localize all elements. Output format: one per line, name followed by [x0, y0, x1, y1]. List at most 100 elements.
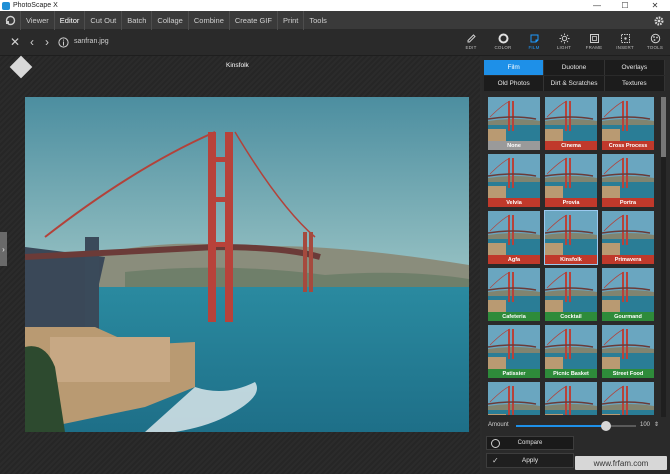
preset-thumbnail[interactable]: None [488, 97, 540, 150]
tool-color[interactable]: COLOR [490, 31, 516, 55]
info-icon[interactable] [56, 34, 70, 50]
preset-thumbnail[interactable]: Portra [602, 154, 654, 207]
expand-left-panel-icon[interactable]: › [0, 232, 7, 266]
amount-stepper-icon[interactable]: ⇕ [654, 421, 659, 428]
preset-name: Primavera [602, 255, 654, 264]
preset-name: Patissier [488, 369, 540, 378]
preset-name: Cocktail [545, 312, 597, 321]
file-name: sanfran.jpg [74, 38, 109, 45]
preset-name: Kinsfolk [545, 255, 597, 264]
preset-name: Velvia [488, 198, 540, 207]
color-icon [498, 33, 508, 44]
preset-name: Picnic Basket [545, 369, 597, 378]
title-bar: PhotoScape X — ☐ ✕ [0, 0, 670, 11]
amount-slider-handle[interactable] [601, 421, 611, 431]
previous-photo-icon[interactable]: ‹ [25, 34, 39, 50]
preset-thumbnail[interactable]: Patissier [488, 325, 540, 378]
apply-button[interactable]: ✓ Apply [486, 453, 574, 468]
tab-old-photos[interactable]: Old Photos [484, 76, 545, 91]
tools-icon [650, 33, 660, 44]
preset-thumbnail[interactable]: Gourmand [602, 268, 654, 321]
settings-gear-icon[interactable] [650, 12, 667, 29]
tool-light[interactable]: LIGHT [551, 31, 577, 55]
menu-viewer[interactable]: Viewer [20, 10, 54, 30]
main-menu-bar: Viewer Editor Cut Out Batch Collage Comb… [0, 10, 670, 30]
tool-light-label: LIGHT [556, 45, 572, 50]
preset-scrollbar[interactable] [661, 97, 666, 417]
preset-thumbnail[interactable]: Cafeteria [488, 268, 540, 321]
preset-thumbnail[interactable]: Cross Process [602, 97, 654, 150]
preset-thumbnail[interactable]: Agfa [488, 211, 540, 264]
preset-thumbnail[interactable]: Picnic Basket [545, 325, 597, 378]
menu-cut-out[interactable]: Cut Out [84, 10, 121, 30]
preset-name: Street Food [602, 369, 654, 378]
home-icon[interactable] [0, 11, 20, 30]
menu-collage[interactable]: Collage [151, 10, 187, 30]
tab-overlays[interactable]: Overlays [604, 60, 665, 75]
tool-edit[interactable]: EDIT [458, 31, 484, 55]
light-icon [559, 33, 569, 44]
tool-film-label: FILM [528, 45, 540, 50]
frame-icon [589, 34, 599, 43]
preset-name: Agfa [488, 255, 540, 264]
tab-textures[interactable]: Textures [604, 76, 665, 91]
tool-tools[interactable]: TOOLS [642, 31, 668, 55]
preset-thumbnail[interactable] [488, 382, 540, 415]
check-icon: ✓ [492, 456, 499, 465]
tab-duotone[interactable]: Duotone [544, 60, 605, 75]
preset-name: Portra [602, 198, 654, 207]
preset-thumbnail[interactable]: Velvia [488, 154, 540, 207]
amount-label: Amount [488, 422, 509, 428]
window-title: PhotoScape X [13, 2, 58, 9]
tool-insert-label: INSERT [616, 45, 634, 50]
apply-label: Apply [521, 457, 539, 464]
next-photo-icon[interactable]: › [40, 34, 54, 50]
minimize-button[interactable]: — [584, 0, 610, 11]
menu-tools[interactable]: Tools [303, 10, 332, 30]
edit-icon [467, 34, 476, 43]
amount-control: Amount 100 ⇕ [488, 420, 663, 432]
tool-frame-label: FRAME [585, 45, 603, 50]
close-photo-icon[interactable]: ✕ [8, 34, 22, 50]
tool-frame[interactable]: FRAME [581, 31, 607, 55]
menu-editor[interactable]: Editor [53, 10, 85, 30]
preset-thumbnail[interactable]: Provia [545, 154, 597, 207]
preset-thumbnail[interactable]: Cocktail [545, 268, 597, 321]
tab-dirt-scratches[interactable]: Dirt & Scratches [544, 76, 605, 91]
insert-icon [620, 34, 630, 43]
preset-thumbnail[interactable]: Primavera [602, 211, 654, 264]
amount-slider[interactable] [516, 421, 636, 431]
photo-preview [25, 97, 469, 432]
preset-name: Cafeteria [488, 312, 540, 321]
editor-toolbar: ✕ ‹ › sanfran.jpg EDIT COLOR FILM LIGHT … [0, 30, 670, 56]
preset-thumbnail[interactable]: Street Food [602, 325, 654, 378]
preset-name: None [488, 141, 540, 150]
app-logo-icon [2, 1, 10, 10]
preset-thumbnail[interactable]: Cinema [545, 97, 597, 150]
compare-icon [491, 439, 500, 448]
menu-print[interactable]: Print [276, 10, 303, 30]
tool-edit-label: EDIT [465, 45, 477, 50]
preset-thumbnail[interactable]: Kinsfolk [544, 210, 598, 265]
tool-tools-label: TOOLS [646, 45, 664, 50]
tool-color-label: COLOR [494, 45, 512, 50]
tool-insert[interactable]: INSERT [612, 31, 638, 55]
compare-label: Compare [517, 440, 543, 446]
menu-create-gif[interactable]: Create GIF [228, 10, 277, 30]
preset-name: Gourmand [602, 312, 654, 321]
preset-name: Cross Process [602, 141, 654, 150]
maximize-button[interactable]: ☐ [612, 0, 638, 11]
preset-thumbnail[interactable] [602, 382, 654, 415]
tab-film[interactable]: Film [484, 60, 545, 75]
preset-name: Provia [545, 198, 597, 207]
watermark: www.frfam.com [575, 456, 667, 470]
preset-thumbnail[interactable] [545, 382, 597, 415]
amount-value: 100 [640, 422, 651, 428]
close-window-button[interactable]: ✕ [642, 0, 668, 11]
tool-film[interactable]: FILM [521, 31, 547, 55]
compare-button[interactable]: Compare [486, 436, 574, 450]
menu-combine[interactable]: Combine [187, 10, 229, 30]
menu-batch[interactable]: Batch [121, 10, 151, 30]
preset-grid: None Cinema Cross Process Velvia Provia Portr… [488, 97, 658, 415]
current-preset-title: Kinsfolk [226, 62, 249, 69]
